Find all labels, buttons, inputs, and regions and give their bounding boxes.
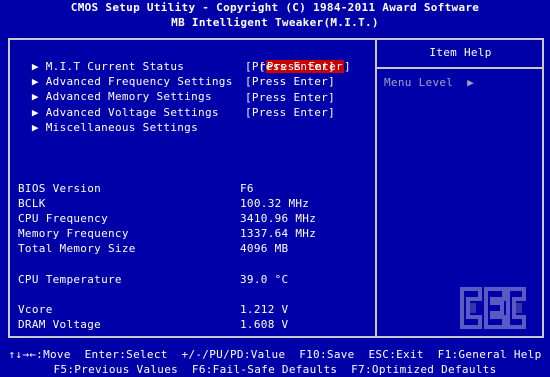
info-label-cpu-temperature: CPU Temperature [18,273,122,286]
info-value-dram-voltage: 1.608 V [240,318,289,331]
footer-keys-line-1: ↑↓→←:Move Enter:Select +/-/PU/PD:Value F… [8,348,542,361]
menu-level-label: Menu Level [384,76,454,89]
info-value-cpu-temperature: 39.0 °C [240,273,289,286]
info-label-bios-version: BIOS Version [18,182,102,195]
title-line-2: MB Intelligent Tweaker(M.I.T.) [171,16,379,29]
info-value-vcore: 1.212 V [240,303,289,316]
footer-keys-line-2: F5:Previous Values F6:Fail-Safe Defaults… [53,363,497,376]
menu-item-miscellaneous-settings[interactable]: ▶ Miscellaneous Settings [18,105,198,134]
menu-item-label: Miscellaneous Settings [45,121,199,134]
title-line-1: CMOS Setup Utility - Copyright (C) 1984-… [70,1,480,14]
menu-item-mit-current-status[interactable]: ▶ M.I.T Current Status [18,44,184,73]
info-value-cpu-frequency: 3410.96 MHz [240,212,317,225]
info-value-total-memory-size: 4096 MB [240,242,289,255]
menu-arrow-icon: ▶ [31,121,39,134]
info-value-bclk: 100.32 MHz [240,197,310,210]
help-separator [377,67,544,69]
info-value-memory-frequency: 1337.64 MHz [240,227,317,240]
menu-item-value[interactable]: [Press Enter] [245,59,335,74]
menu-level-indicator: Menu Level ▶ [384,75,474,90]
info-label-memory-frequency: Memory Frequency [18,227,129,240]
menu-level-arrow-icon: ▶ [467,76,475,89]
menu-item-value[interactable]: [Press Enter] [245,105,335,120]
info-label-bclk: BCLK [18,197,46,210]
info-label-cpu-frequency: CPU Frequency [18,212,108,225]
menu-item-advanced-frequency-settings[interactable]: ▶ Advanced Frequency Settings [18,59,233,88]
panel-divider [375,38,377,338]
item-help-title: Item Help [429,46,492,59]
menu-item-advanced-memory-settings[interactable]: ▶ Advanced Memory Settings [18,74,212,103]
menu-item-value[interactable]: [Press Enter] [245,90,335,105]
info-label-total-memory-size: Total Memory Size [18,242,136,255]
menu-item-advanced-voltage-settings[interactable]: ▶ Advanced Voltage Settings [18,90,219,119]
info-label-dram-voltage: DRAM Voltage [18,318,102,331]
menu-item-value[interactable]: [Press Enter] [245,74,335,89]
info-label-vcore: Vcore [18,303,53,316]
info-value-bios-version: F6 [240,182,254,195]
gigabyte-logo-icon [460,287,526,329]
